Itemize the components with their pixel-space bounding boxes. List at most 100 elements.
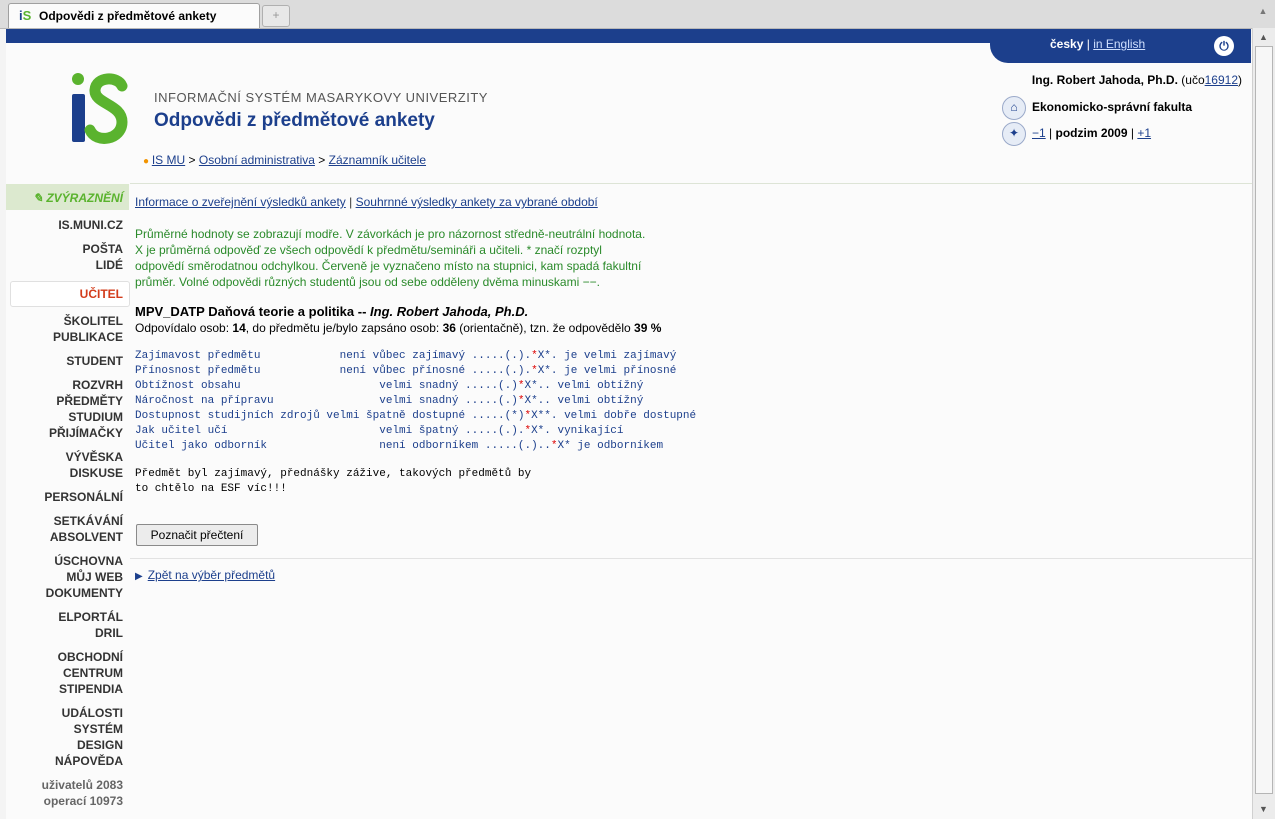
sidebar-item-is-muni[interactable]: IS.MUNI.CZ: [6, 217, 130, 233]
sidebar-item-dokumenty[interactable]: DOKUMENTY: [6, 585, 130, 601]
breadcrumb-zaznamnik-ucitele[interactable]: Záznamník učitele: [329, 153, 426, 167]
count-label: Odpovídalo osob:: [135, 321, 233, 335]
sidebar-item-elportal[interactable]: ELPORTÁL: [6, 609, 130, 625]
semester-switch-icon[interactable]: ✦: [1002, 122, 1026, 146]
link-survey-summary[interactable]: Souhrnné výsledky ankety za vybrané obdo…: [356, 195, 598, 209]
language-switch: česky | in English: [1050, 37, 1145, 51]
count-respondents: 14: [232, 321, 246, 335]
lang-separator: |: [1086, 37, 1090, 51]
link-survey-info[interactable]: Informace o zveřejnění výsledků ankety: [135, 195, 346, 209]
is-logo[interactable]: [70, 70, 130, 145]
sidebar-item-system[interactable]: SYSTÉM: [6, 721, 130, 737]
count-enrolled: 36: [442, 321, 456, 335]
user-info: Ing. Robert Jahoda, Ph.D. (učo16912): [1032, 73, 1242, 87]
user-name: Ing. Robert Jahoda, Ph.D.: [1031, 73, 1178, 87]
result-row: Přínosnost předmětu není vůbec přínosné …: [135, 364, 696, 379]
system-name: INFORMAČNÍ SYSTÉM MASARYKOVY UNIVERZITY: [154, 90, 488, 105]
browser-tab[interactable]: iS Odpovědi z předmětové ankety: [8, 3, 260, 28]
result-scale: X*.. velmi obtížný: [524, 380, 644, 392]
subject-name: MPV_DATP Daňová teorie a politika: [135, 304, 355, 319]
user-uco-link[interactable]: 16912: [1205, 73, 1238, 87]
triangle-right-icon: ▶: [135, 571, 143, 582]
lang-english-link[interactable]: in English: [1093, 37, 1145, 51]
note-line: odpovědí směrodatnou odchylkou. Červeně …: [135, 259, 642, 273]
logout-power-icon[interactable]: ⏻: [1214, 36, 1234, 56]
sidebar-item-napoveda[interactable]: NÁPOVĚDA: [6, 753, 130, 769]
sidebar-item-lide[interactable]: LIDÉ: [6, 257, 130, 273]
stat-users: uživatelů 2083: [41, 778, 123, 792]
link-separator: |: [349, 195, 353, 209]
sidebar-item-ucitel[interactable]: UČITEL: [6, 286, 130, 302]
sidebar-item-skolitel[interactable]: ŠKOLITEL: [6, 313, 130, 329]
breadcrumb-is-mu[interactable]: IS MU: [152, 153, 185, 167]
scrollbar-thumb[interactable]: [1255, 46, 1273, 794]
result-row: Náročnost na přípravu velmi snadný .....…: [135, 394, 696, 409]
sidebar-item-predmety[interactable]: PŘEDMĚTY: [6, 393, 130, 409]
faculty-building-icon[interactable]: ⌂: [1002, 96, 1026, 120]
result-scale: X*. je velmi zajímavý: [537, 350, 677, 362]
sidebar-item-vyveska[interactable]: VÝVĚSKA: [6, 449, 130, 465]
breadcrumb-dot-icon: ●: [143, 156, 152, 167]
sidebar-item-diskuse[interactable]: DISKUSE: [6, 465, 130, 481]
note-line: Průměrné hodnoty se zobrazují modře. V z…: [135, 227, 646, 241]
sidebar-item-prijimacky[interactable]: PŘIJÍMAČKY: [6, 425, 130, 441]
sidebar-item-absolvent[interactable]: ABSOLVENT: [6, 529, 130, 545]
note-line: X je průměrná odpověď ze všech odpovědí …: [135, 243, 602, 257]
sidebar-item-dril[interactable]: DRIL: [6, 625, 130, 641]
new-tab-button[interactable]: +: [262, 5, 290, 27]
semester-prev-link[interactable]: −1: [1032, 126, 1046, 140]
result-scale: Obtížnost obsahu velmi snadný .....(.): [135, 380, 518, 392]
result-scale: X**. velmi dobře dostupné: [531, 410, 697, 422]
top-links: Informace o zveřejnění výsledků ankety |…: [135, 195, 598, 209]
subject-separator: --: [354, 304, 371, 319]
result-row: Obtížnost obsahu velmi snadný .....(.)*X…: [135, 379, 696, 394]
breadcrumb-osobni-administrativa[interactable]: Osobní administrativa: [199, 153, 315, 167]
breadcrumb-sep: >: [188, 153, 196, 167]
pencil-icon: ✎: [32, 191, 47, 205]
result-row: Zajímavost předmětu není vůbec zajímavý …: [135, 349, 696, 364]
sidebar-item-uschovna[interactable]: ÚSCHOVNA: [6, 553, 130, 569]
sidebar-item-label: ZVÝRAZNĚNÍ: [46, 191, 123, 205]
stat-operations: operací 10973: [43, 794, 123, 808]
tab-scroll-icon[interactable]: ▲: [1256, 6, 1270, 20]
subject-teacher: Ing. Robert Jahoda, Ph.D.: [370, 304, 529, 319]
result-scale: X*. je velmi přínosné: [537, 365, 677, 377]
back-to-subjects-link[interactable]: Zpět na výběr předmětů: [148, 568, 275, 582]
sidebar-item-setkavani[interactable]: SETKÁVÁNÍ: [6, 513, 130, 529]
vertical-scrollbar[interactable]: ▲ ▼: [1252, 28, 1275, 819]
sidebar-item-posta[interactable]: POŠTA: [6, 241, 130, 257]
sidebar-item-personalni[interactable]: PERSONÁLNÍ: [6, 489, 130, 505]
sidebar-item-student[interactable]: STUDENT: [6, 353, 130, 369]
sidebar-item-zvyrazneni[interactable]: ✎ ZVÝRAZNĚNÍ: [6, 190, 130, 206]
semester-current: podzim 2009: [1055, 126, 1128, 140]
sidebar-item-stipendia[interactable]: STIPENDIA: [6, 681, 130, 697]
sidebar-item-obchodni[interactable]: OBCHODNÍ: [6, 649, 130, 665]
survey-results: Zajímavost předmětu není vůbec zajímavý …: [135, 349, 696, 454]
faculty-name: Ekonomicko-správní fakulta: [1032, 100, 1193, 114]
sidebar-item-publikace[interactable]: PUBLIKACE: [6, 329, 130, 345]
breadcrumb-sep: >: [318, 153, 326, 167]
tab-title: Odpovědi z předmětové ankety: [39, 9, 217, 23]
sidebar-item-centrum[interactable]: CENTRUM: [6, 665, 130, 681]
scroll-up-icon[interactable]: ▲: [1259, 32, 1268, 42]
sidebar-item-rozvrh[interactable]: ROZVRH: [6, 377, 130, 393]
result-row: Jak učitel učí velmi špatný .....(.).*X*…: [135, 424, 696, 439]
back-link-row: ▶ Zpět na výběr předmětů: [135, 568, 275, 582]
result-scale: X*. vynikající: [531, 425, 624, 437]
mark-read-button[interactable]: Poznačit přečtení: [136, 524, 258, 546]
comment-line: to chtělo na ESF víc!!!: [135, 483, 287, 495]
breadcrumb: ● IS MU > Osobní administrativa > Záznam…: [143, 153, 426, 167]
scroll-down-icon[interactable]: ▼: [1259, 804, 1268, 814]
legend-note: Průměrné hodnoty se zobrazují modře. V z…: [135, 226, 695, 290]
sidebar-item-muj-web[interactable]: MŮJ WEB: [6, 569, 130, 585]
result-row: Dostupnost studijních zdrojů velmi špatn…: [135, 409, 696, 424]
sidebar-item-studium[interactable]: STUDIUM: [6, 409, 130, 425]
result-row: Učitel jako odborník není odborníkem ...…: [135, 439, 696, 454]
sidebar-item-design[interactable]: DESIGN: [6, 737, 130, 753]
result-scale: X* je odborníkem: [557, 440, 664, 452]
result-scale: Učitel jako odborník není odborníkem ...…: [135, 440, 551, 452]
sidebar-item-udalosti[interactable]: UDÁLOSTI: [6, 705, 130, 721]
page-title: Odpovědi z předmětové ankety: [154, 110, 435, 131]
semester-next-link[interactable]: +1: [1137, 126, 1151, 140]
semester-selector: −1 | podzim 2009 | +1: [1032, 126, 1151, 140]
